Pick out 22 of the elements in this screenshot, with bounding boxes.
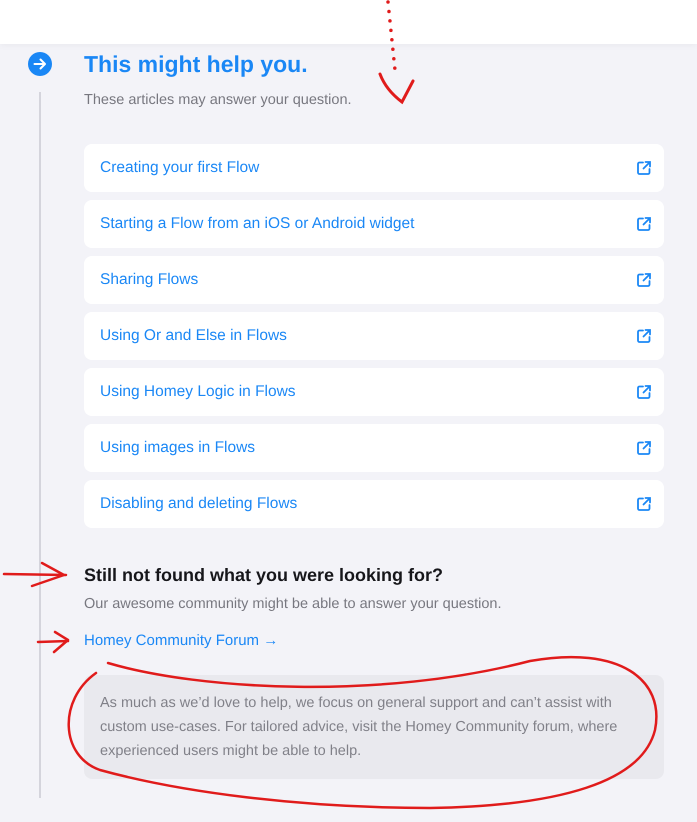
external-link-icon [636,160,652,176]
external-link-icon [636,216,652,232]
section-subtitle: These articles may answer your question. [84,91,353,110]
article-link[interactable]: Starting a Flow from an iOS or Android widget [84,200,664,248]
arrow-annotation [36,630,70,654]
external-link-icon [636,496,652,512]
article-link[interactable]: Using images in Flows [84,424,664,472]
article-link[interactable]: Using Or and Else in Flows [84,312,664,360]
external-link-icon [636,440,652,456]
article-link[interactable]: Sharing Flows [84,256,664,304]
section-title: This might help you. [84,50,309,79]
community-title: Still not found what you were looking for? [84,564,444,587]
article-link[interactable]: Creating your first Flow [84,144,664,192]
external-link-icon [636,272,652,288]
forum-link[interactable]: Homey Community Forum → [84,630,278,652]
external-link-icon [636,328,652,344]
arrow-circle-icon [28,52,52,76]
external-link-icon [636,384,652,400]
article-link[interactable]: Using Homey Logic in Flows [84,368,664,416]
note-text: As much as we’d love to help, we focus on general support and can’t assist with custom use-cases. For tailored advice, visit the Homey Community forum, where experienced users might be able to help. [84,675,664,779]
article-link[interactable]: Disabling and deleting Flows [84,480,664,528]
community-subtitle: Our awesome community might be able to answer your question. [84,595,502,614]
